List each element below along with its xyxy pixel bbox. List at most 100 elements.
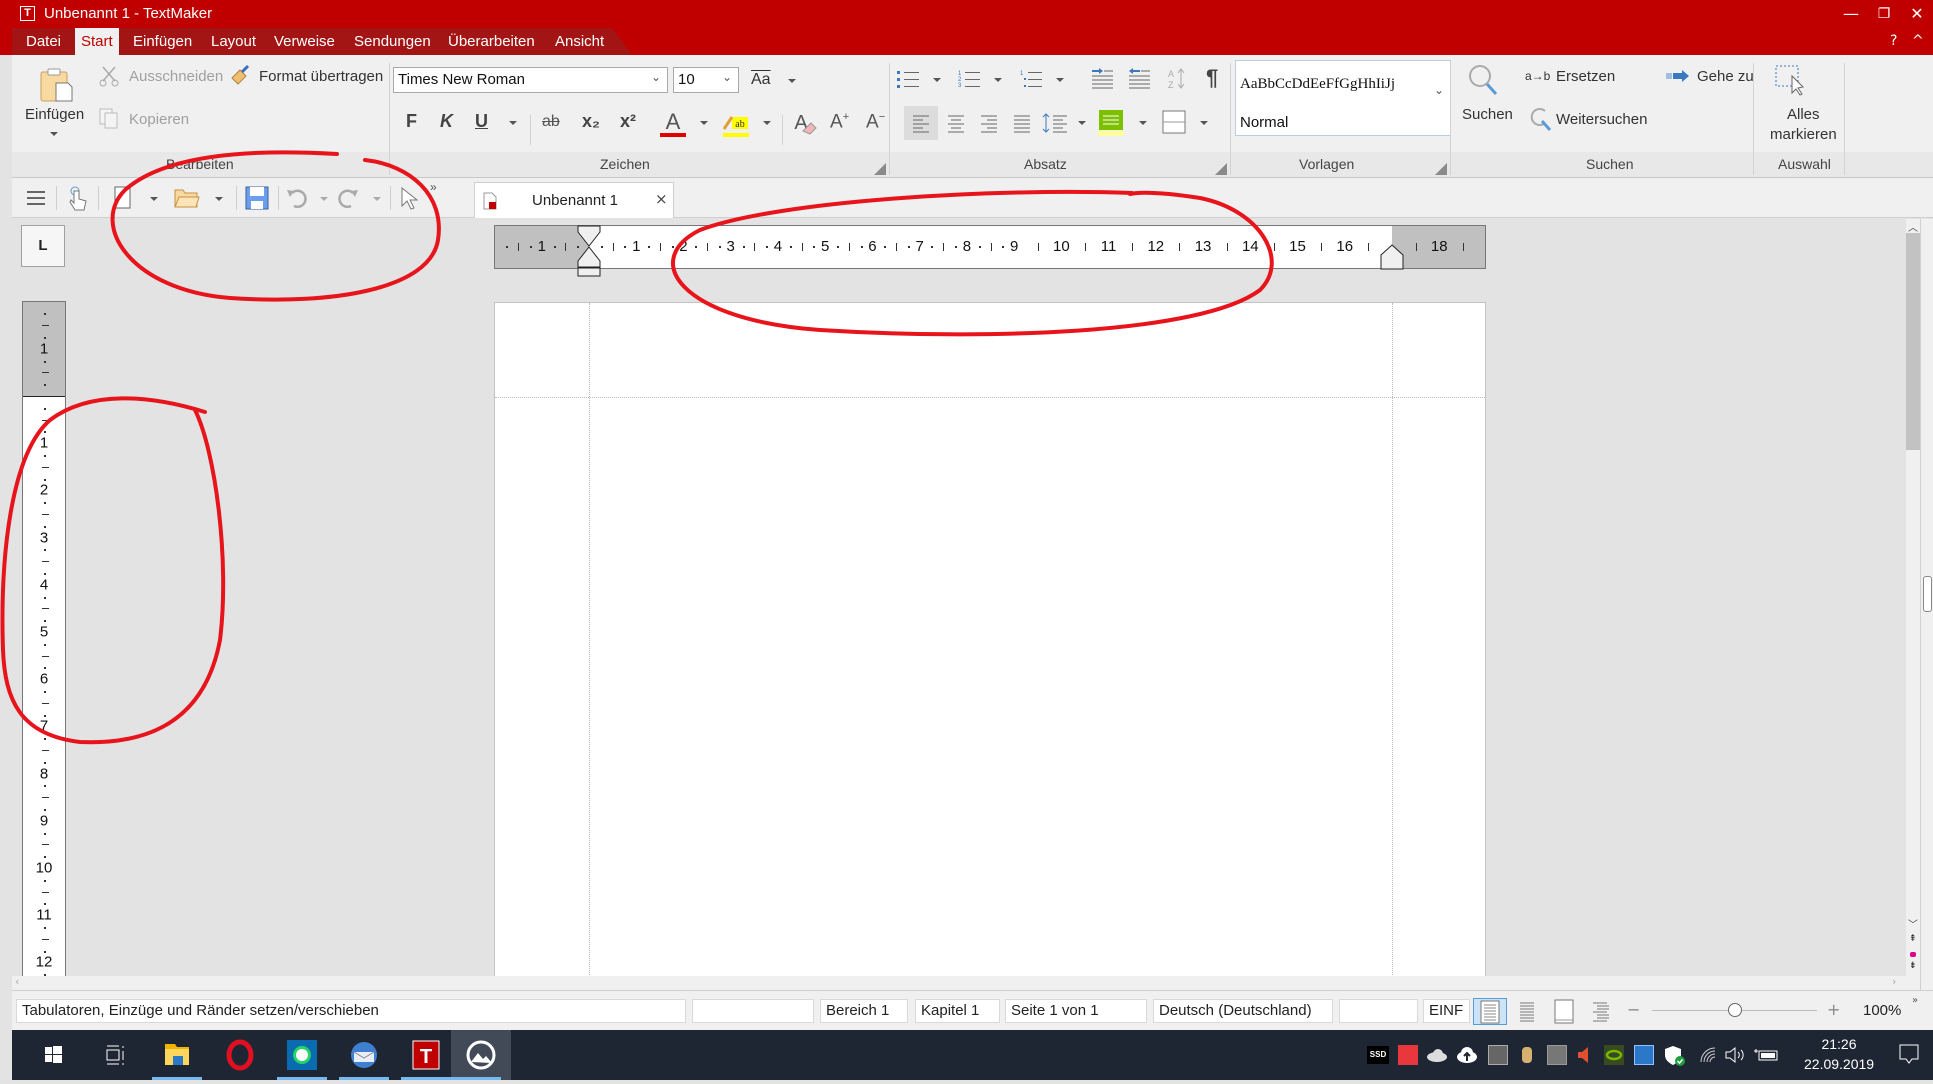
minimize-button[interactable]: — <box>1833 0 1869 28</box>
file-explorer-icon[interactable] <box>152 1030 202 1080</box>
undo-dropdown-icon[interactable] <box>320 197 328 201</box>
zoom-slider-thumb[interactable] <box>1727 1003 1742 1017</box>
start-button[interactable] <box>28 1030 78 1080</box>
cloud-upload-tray-icon[interactable] <box>1456 1045 1477 1065</box>
battery-icon[interactable] <box>1754 1045 1780 1065</box>
goto-button[interactable]: Gehe zu <box>1697 68 1754 85</box>
new-document-icon[interactable] <box>114 186 132 210</box>
clock-date[interactable]: 22.09.2019 <box>1804 1056 1874 1072</box>
hardware-tray-icon[interactable] <box>1488 1045 1508 1065</box>
borders-dropdown-icon[interactable] <box>1200 121 1208 125</box>
numbered-list-icon[interactable]: 123 <box>957 69 981 89</box>
close-button[interactable]: ✕ <box>1899 0 1933 28</box>
bullet-list-dropdown-icon[interactable] <box>933 78 941 82</box>
menu-sendungen[interactable]: Sendungen <box>354 33 431 50</box>
change-case-button[interactable]: Aa <box>751 71 771 89</box>
status-chapter[interactable]: Kapitel 1 <box>915 999 1000 1023</box>
chevron-down-icon[interactable]: ⌄ <box>1434 83 1444 97</box>
scroll-left-icon[interactable]: ‹ <box>15 975 19 988</box>
copy-button[interactable]: Kopieren <box>129 111 189 128</box>
vertical-ruler[interactable]: 1 1 2 3 4 5 6 7 8 9 10 11 12 <box>22 301 66 976</box>
insert-mode-indicator[interactable]: EINF <box>1423 999 1470 1023</box>
chevron-down-icon[interactable]: ⌄ <box>722 70 732 84</box>
menu-ueberarbeiten[interactable]: Überarbeiten <box>448 33 535 50</box>
right-indent-marker[interactable] <box>1380 244 1404 270</box>
clock-time[interactable]: 21:26 <box>1804 1036 1874 1052</box>
align-left-icon[interactable] <box>904 106 938 140</box>
status-section[interactable]: Bereich 1 <box>820 999 908 1023</box>
shrink-font-button[interactable]: A− <box>866 111 885 133</box>
display-tray-icon[interactable] <box>1547 1045 1567 1065</box>
format-painter-button[interactable]: Format übertragen <box>259 68 383 85</box>
undo-icon[interactable] <box>286 187 308 209</box>
select-all-button-line1[interactable]: Alles <box>1787 106 1820 123</box>
cut-button[interactable]: Ausschneiden <box>129 68 223 85</box>
paste-icon[interactable] <box>38 67 74 103</box>
toolbar-overflow-icon[interactable]: » <box>430 180 437 194</box>
line-spacing-dropdown-icon[interactable] <box>1078 121 1086 125</box>
italic-button[interactable]: K <box>440 111 453 132</box>
textmaker-app-icon[interactable]: T <box>20 6 35 21</box>
horizontal-scrollbar[interactable]: ‹ › <box>12 975 1920 990</box>
justify-icon[interactable] <box>1008 106 1036 140</box>
decrease-indent-icon[interactable] <box>1127 67 1151 89</box>
search-button[interactable]: Suchen <box>1462 106 1513 123</box>
vertical-scroll-thumb[interactable] <box>1906 233 1920 450</box>
utility-tray-icon[interactable] <box>1517 1045 1537 1065</box>
help-icon[interactable]: ? <box>1890 33 1897 49</box>
redo-icon[interactable] <box>337 187 359 209</box>
document-page[interactable] <box>494 302 1486 976</box>
open-dropdown-icon[interactable] <box>215 197 223 201</box>
scroll-right-icon[interactable]: › <box>1892 975 1896 988</box>
zoom-level[interactable]: 100% <box>1863 1002 1901 1019</box>
vorlagen-dialog-launcher-icon[interactable] <box>1435 163 1447 175</box>
multilevel-list-icon[interactable]: 1 <box>1019 69 1043 89</box>
view-outline-button[interactable] <box>1584 998 1618 1025</box>
shading-icon[interactable] <box>1098 108 1126 138</box>
change-case-dropdown-icon[interactable] <box>788 79 796 83</box>
scroll-up-icon[interactable]: ︿ <box>1908 219 1918 234</box>
restore-button[interactable]: ❐ <box>1866 0 1902 28</box>
close-tab-icon[interactable]: × <box>655 190 668 208</box>
object-mode-icon[interactable] <box>400 186 419 210</box>
style-gallery[interactable]: AaBbCcDdEeFfGgHhIiJj Normal ⌄ <box>1235 60 1451 136</box>
scissors-icon[interactable] <box>98 65 120 87</box>
menu-einfuegen[interactable]: Einfügen <box>133 33 192 50</box>
borders-icon[interactable] <box>1162 110 1186 134</box>
nvidia-tray-icon[interactable] <box>1604 1045 1624 1065</box>
speaker-alert-tray-icon[interactable] <box>1575 1045 1595 1065</box>
network-manager-tray-icon[interactable] <box>1634 1045 1654 1065</box>
bullet-list-icon[interactable] <box>896 69 920 89</box>
ssd-tray-icon[interactable]: SSD <box>1367 1046 1389 1064</box>
absatz-dialog-launcher-icon[interactable] <box>1215 163 1227 175</box>
photos-icon[interactable] <box>451 1030 511 1080</box>
browse-object-icon[interactable] <box>1910 952 1916 957</box>
menu-start[interactable]: Start <box>75 28 119 55</box>
action-center-icon[interactable] <box>1898 1043 1920 1065</box>
previous-page-icon[interactable]: ⇞ <box>1909 934 1917 944</box>
opera-icon[interactable] <box>215 1030 265 1080</box>
zeichen-dialog-launcher-icon[interactable] <box>874 163 886 175</box>
goto-arrow-icon[interactable] <box>1666 69 1690 83</box>
copy-icon[interactable] <box>98 107 120 129</box>
highlight-dropdown-icon[interactable] <box>763 121 771 125</box>
volume-icon[interactable] <box>1724 1045 1744 1065</box>
font-name-combo[interactable]: Times New Roman ⌄ <box>393 67 668 93</box>
whatsapp-icon[interactable] <box>277 1030 327 1080</box>
grow-font-button[interactable]: A+ <box>830 111 849 133</box>
collapse-ribbon-icon[interactable]: ^ <box>1912 33 1924 49</box>
chevron-down-icon[interactable]: ⌄ <box>651 70 661 84</box>
clear-formatting-icon[interactable]: A <box>791 109 819 139</box>
superscript-button[interactable]: x² <box>620 111 636 132</box>
sort-icon[interactable]: AZ <box>1166 67 1188 91</box>
numbered-list-dropdown-icon[interactable] <box>994 78 1002 82</box>
search-icon[interactable] <box>1467 63 1499 97</box>
font-color-dropdown-icon[interactable] <box>700 121 708 125</box>
zoom-out-button[interactable]: − <box>1627 1000 1640 1019</box>
vertical-scrollbar[interactable]: ︿ ﹀ ⇞ ⇟ <box>1906 219 1920 976</box>
tab-stop-type-button[interactable]: L <box>21 225 65 267</box>
redo-dropdown-icon[interactable] <box>373 197 381 201</box>
anydesk-tray-icon[interactable] <box>1398 1045 1418 1065</box>
document-tab[interactable]: Unbenannt 1 × <box>474 182 674 218</box>
view-page-button[interactable] <box>1547 998 1581 1025</box>
